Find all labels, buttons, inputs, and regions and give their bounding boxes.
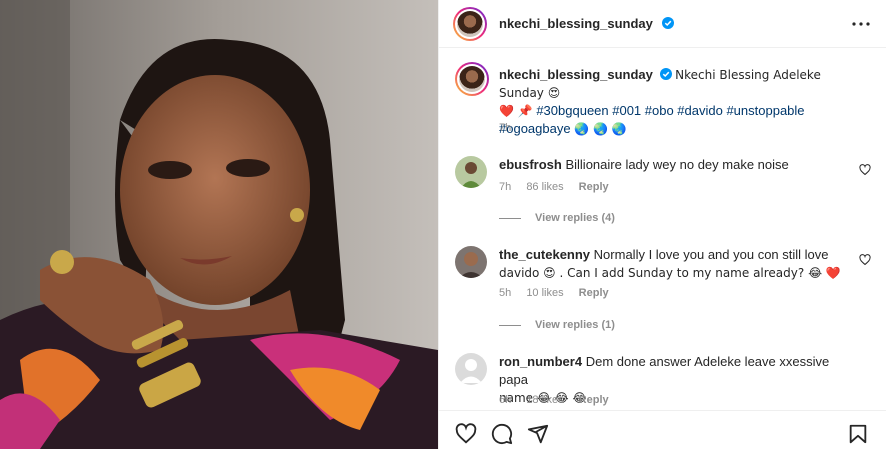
reply-button[interactable]: Reply (579, 287, 609, 299)
reply-button[interactable]: Reply (579, 181, 609, 193)
reply-button[interactable]: Reply (579, 394, 609, 406)
view-replies-button[interactable]: View replies (1) (499, 319, 615, 331)
comment-username[interactable]: the_cutekenny (499, 247, 590, 262)
comment-like-heart-icon[interactable] (859, 254, 871, 266)
comment-time[interactable]: 7h (499, 181, 511, 193)
portrait-image (0, 0, 438, 449)
verified-badge-icon (659, 68, 672, 80)
post-header: nkechi_blessing_sunday (439, 0, 886, 48)
heart-icon[interactable] (455, 423, 477, 445)
divider-line (499, 217, 521, 219)
caption-emoji: ❤️ 📌 (499, 104, 533, 118)
comment-time[interactable]: 6h (499, 394, 511, 406)
comment-username[interactable]: ebusfrosh (499, 157, 562, 172)
comment-text: Normally I love you and you con still lo… (593, 247, 829, 262)
comment-text-line2: davido 😍 . Can I add Sunday to my name a… (499, 266, 841, 280)
instagram-post: nkechi_blessing_sunday nkechi_blessing_s… (0, 0, 886, 449)
comment-likes[interactable]: 18 likes (526, 394, 563, 406)
caption-hashtags[interactable]: #30bgqueen #001 #obo #davido #unstoppabl… (536, 103, 804, 118)
share-icon[interactable] (527, 423, 549, 445)
caption-username[interactable]: nkechi_blessing_sunday (499, 67, 653, 82)
comment-avatar[interactable] (455, 156, 487, 188)
verified-badge-icon (662, 17, 674, 29)
view-replies-label: View replies (4) (535, 212, 615, 224)
caption-author-avatar[interactable] (455, 62, 489, 96)
header-username[interactable]: nkechi_blessing_sunday (499, 16, 653, 31)
comment-likes[interactable]: 10 likes (526, 287, 563, 299)
author-avatar[interactable] (453, 7, 487, 41)
comment-avatar[interactable] (455, 246, 487, 278)
action-bar (439, 410, 886, 449)
caption-globes: 🌏 🌏 🌏 (574, 122, 627, 136)
divider-line (499, 324, 521, 326)
comment-icon[interactable] (491, 423, 513, 445)
comment-avatar[interactable] (455, 353, 487, 385)
bookmark-icon[interactable] (847, 423, 869, 445)
comment-text: Billionaire lady wey no dey make noise (565, 157, 789, 172)
view-replies-button[interactable]: View replies (4) (499, 212, 615, 224)
comment-username[interactable]: ron_number4 (499, 354, 582, 369)
view-replies-label: View replies (1) (535, 319, 615, 331)
comment-likes[interactable]: 86 likes (526, 181, 563, 193)
caption-time: 7h (499, 122, 512, 134)
more-options-icon[interactable] (851, 14, 871, 34)
post-photo[interactable] (0, 0, 438, 449)
post-panel: nkechi_blessing_sunday nkechi_blessing_s… (438, 0, 886, 449)
comment-like-heart-icon[interactable] (859, 164, 871, 176)
comment-time[interactable]: 5h (499, 287, 511, 299)
